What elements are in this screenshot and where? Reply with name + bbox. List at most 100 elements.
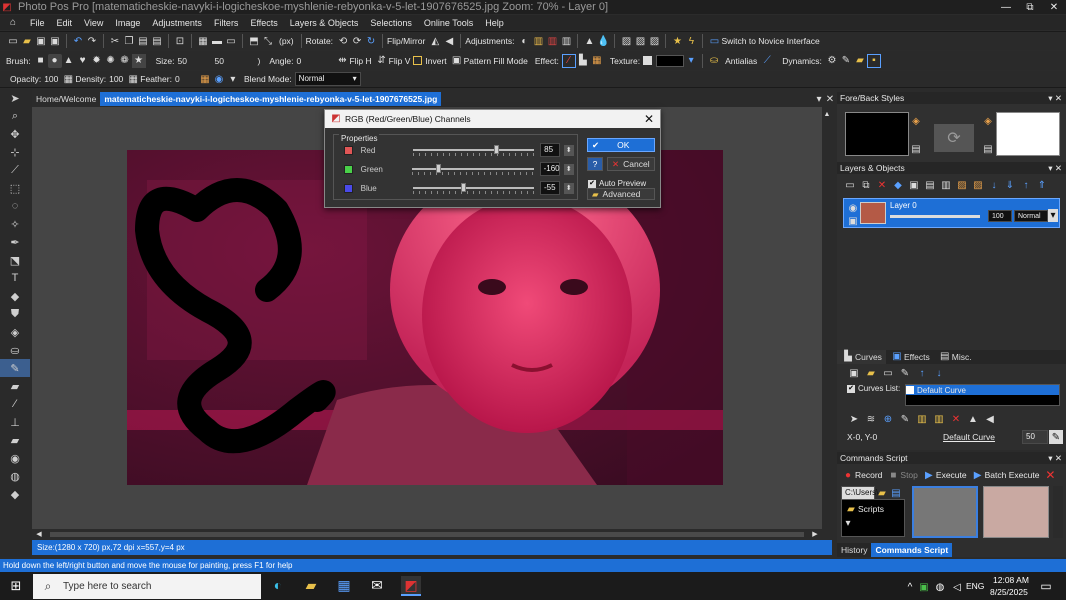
- photo-pos-taskbar-icon[interactable]: ◩: [401, 576, 421, 596]
- feather-value[interactable]: 0: [175, 74, 195, 84]
- flatten-icon[interactable]: ▤: [923, 178, 937, 192]
- slider-thumb[interactable]: [493, 145, 499, 154]
- size-value[interactable]: 50: [177, 56, 211, 66]
- curve-mode-icon[interactable]: ⊕: [881, 412, 895, 426]
- language-indicator[interactable]: ENG: [966, 581, 984, 591]
- fliph-icon[interactable]: ⇹: [335, 54, 349, 68]
- effect-pattern-icon[interactable]: ▦: [590, 54, 604, 68]
- layer-name[interactable]: Layer 0: [890, 201, 917, 210]
- lightning-icon[interactable]: ϟ: [684, 34, 698, 48]
- channel-spinner-icon[interactable]: ⬍: [563, 163, 574, 175]
- text-tool[interactable]: T: [0, 269, 30, 287]
- layer-opacity-slider[interactable]: [890, 215, 980, 218]
- open-folder-icon[interactable]: ▰: [20, 34, 34, 48]
- fore-options-icon[interactable]: ▤: [909, 142, 923, 156]
- blend-mode-select[interactable]: Normal ▾: [294, 72, 361, 86]
- curve-number-field[interactable]: 50: [1022, 430, 1048, 444]
- tab-home[interactable]: Home/Welcome: [32, 92, 100, 106]
- feather-icon[interactable]: ▦: [198, 72, 212, 86]
- minimize-button[interactable]: —: [994, 2, 1018, 13]
- menu-view[interactable]: View: [84, 18, 103, 28]
- fliph-label[interactable]: Flip H: [349, 56, 371, 66]
- visibility-eye-icon[interactable]: ◉: [846, 201, 860, 215]
- density-value[interactable]: 100: [109, 74, 123, 84]
- smudge-tool[interactable]: ▰: [0, 431, 30, 449]
- effect-stamp-icon[interactable]: ▙: [576, 54, 590, 68]
- tab-history[interactable]: History: [837, 543, 872, 557]
- dynamics-select-icon[interactable]: ▪: [866, 53, 881, 68]
- script-preview-2[interactable]: [983, 486, 1049, 538]
- network-icon[interactable]: ◍: [933, 580, 947, 594]
- rotate-free-icon[interactable]: ↻: [364, 34, 378, 48]
- move-tool[interactable]: ✥: [0, 125, 30, 143]
- curve-edit-icon[interactable]: ✎: [898, 366, 912, 380]
- rotate-left-icon[interactable]: ⟲: [336, 34, 350, 48]
- move-up-icon[interactable]: ↑: [1019, 178, 1033, 192]
- antialias-icon[interactable]: ⟋: [760, 54, 774, 68]
- menu-layers-objects[interactable]: Layers & Objects: [290, 18, 359, 28]
- panel-pin-icon[interactable]: ▾ ✕: [1048, 452, 1062, 464]
- brightness-icon[interactable]: ◐: [517, 34, 531, 48]
- frames-icon[interactable]: ▨: [647, 34, 661, 48]
- crop-tool[interactable]: ⊹: [0, 143, 30, 161]
- copy-icon[interactable]: ❐: [122, 34, 136, 48]
- move-bottom-icon[interactable]: ⇓: [1003, 178, 1017, 192]
- cut-icon[interactable]: ✂: [108, 34, 122, 48]
- notification-icon[interactable]: ▭: [1039, 579, 1053, 593]
- curves-list-item[interactable]: Default Curve: [906, 385, 1059, 395]
- new-file-icon[interactable]: ▭: [6, 34, 20, 48]
- curve-down-icon[interactable]: ↓: [932, 366, 946, 380]
- dynamics-folder-icon[interactable]: ▰: [853, 54, 867, 68]
- resize-icon[interactable]: ⤡: [261, 34, 275, 48]
- invert-label[interactable]: Invert: [425, 56, 446, 66]
- dynamics-icon[interactable]: ⚙: [825, 54, 839, 68]
- rotate-right-icon[interactable]: ⟳: [350, 34, 364, 48]
- close-button[interactable]: ✕: [1042, 2, 1066, 13]
- channel-spinner-icon[interactable]: ⬍: [563, 182, 574, 194]
- merge-icon[interactable]: ▣: [907, 178, 921, 192]
- channel-value[interactable]: 85: [540, 143, 560, 157]
- home-icon[interactable]: ⌂: [6, 16, 20, 30]
- layer-mode-dropdown-icon[interactable]: ▾: [1048, 209, 1058, 222]
- image-size-icon[interactable]: ⬒: [247, 34, 261, 48]
- magic-wand-tool[interactable]: ✧: [0, 215, 30, 233]
- grid-icon[interactable]: ▦: [196, 34, 210, 48]
- opacity-value[interactable]: 100: [44, 74, 58, 84]
- flipv-label[interactable]: Flip V: [389, 56, 411, 66]
- ruler-icon[interactable]: ▬: [210, 34, 224, 48]
- scroll-right-icon[interactable]: ▶: [808, 527, 822, 541]
- brush-star-icon[interactable]: ★: [131, 53, 146, 68]
- background-swatch[interactable]: [996, 112, 1060, 156]
- effect-pen-icon[interactable]: ⁄: [561, 53, 576, 68]
- brush-burst-icon[interactable]: ✺: [104, 54, 118, 68]
- layer-mode-select[interactable]: Normal: [1014, 210, 1048, 222]
- curve-open-icon[interactable]: ▰: [864, 366, 878, 380]
- brush-heart-icon[interactable]: ♥: [76, 54, 90, 68]
- brush-tool[interactable]: ✎: [0, 359, 30, 377]
- brush-triangle-icon[interactable]: ▲: [62, 54, 76, 68]
- swap-colors-button[interactable]: ⟳: [934, 124, 974, 152]
- ungroup-icon[interactable]: ▨: [971, 178, 985, 192]
- batch-execute-button[interactable]: ▶ Batch Execute: [971, 468, 1040, 482]
- channel-spinner-icon[interactable]: ⬍: [563, 144, 574, 156]
- advanced-button[interactable]: ▰ Advanced: [587, 188, 655, 200]
- tab-misc[interactable]: ▤ Misc.: [934, 350, 976, 364]
- move-top-icon[interactable]: ⇑: [1035, 178, 1049, 192]
- script-scrollbar[interactable]: [1053, 486, 1063, 538]
- back-options-icon[interactable]: ▤: [981, 142, 995, 156]
- menu-file[interactable]: File: [30, 18, 45, 28]
- start-windows-icon[interactable]: ⊞: [9, 578, 23, 593]
- volume-icon[interactable]: ◁: [950, 580, 964, 594]
- rect-select-tool[interactable]: ⬚: [0, 179, 30, 197]
- curve-up-icon[interactable]: ↑: [915, 366, 929, 380]
- curve-copy-icon[interactable]: ▥: [915, 412, 929, 426]
- density-icon[interactable]: ▦: [126, 72, 140, 86]
- curve-triangle-icon[interactable]: ▲: [966, 412, 980, 426]
- paste-icon[interactable]: ▤: [136, 34, 150, 48]
- curves-list[interactable]: Default Curve: [905, 384, 1060, 406]
- new-layer-icon[interactable]: ▭: [843, 178, 857, 192]
- curve-adjust-icon[interactable]: ✎: [898, 412, 912, 426]
- file-explorer-icon[interactable]: ▰: [304, 577, 318, 593]
- hue-icon[interactable]: ▥: [559, 34, 573, 48]
- texture-swatch[interactable]: [656, 54, 685, 67]
